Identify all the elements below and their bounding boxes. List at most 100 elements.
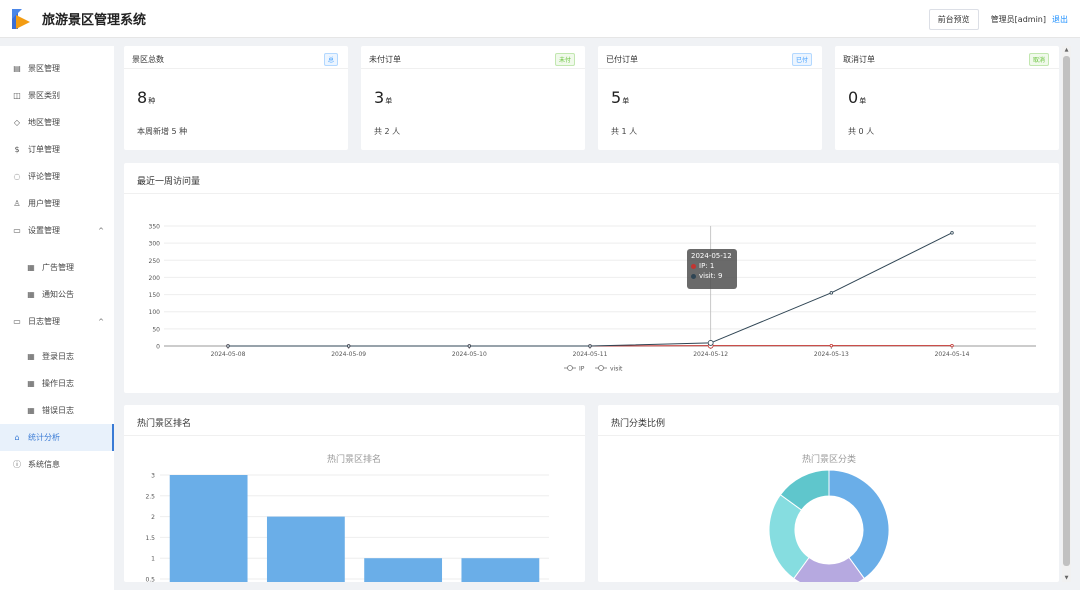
sidebar-item-settings[interactable]: ▭ 设置管理 ^ (0, 217, 114, 244)
y-tick-label: 2.5 (145, 493, 155, 500)
sidebar-item-region[interactable]: ◇ 地区管理 (0, 109, 114, 136)
tooltip-date: 2024-05-12 (691, 252, 732, 260)
ranking-bar-chart: 热门景区排名 0.5 1 1.5 2 2.5 3 (145, 453, 549, 583)
legend-marker (567, 365, 573, 371)
stat-card-paid-orders: 已付订单 已付 5单 共 1 人 (598, 46, 822, 150)
data-point (467, 344, 472, 348)
y-tick-label: 50 (152, 326, 160, 333)
sidebar-item-operation-log[interactable]: ▦ 操作日志 (0, 370, 114, 397)
hot-scenic-ranking-panel: 热门景区排名 热门景区排名 0.5 1 1.5 2 2.5 3 (124, 405, 585, 582)
y-tick-label: 150 (149, 292, 161, 299)
y-tick-label: 250 (149, 258, 161, 265)
grid-icon: ▦ (27, 352, 35, 361)
donut-slice (828, 469, 890, 580)
chat-icon: ◌ (13, 172, 21, 181)
app-logo (12, 8, 32, 29)
pie-chart-title: 热门景区分类 (802, 453, 856, 465)
data-point (950, 231, 954, 235)
x-tick-label: 2024-05-14 (935, 351, 970, 358)
x-tick-label: 2024-05-13 (814, 351, 849, 358)
sidebar: ▤ 景区管理 ◫ 景区类别 ◇ 地区管理 $ 订单管理 ◌ 评论管理 ♙ 用户管理 ▭ 设置管… (0, 46, 114, 590)
sidebar-item-ads[interactable]: ▦ 广告管理 (0, 254, 114, 281)
y-tick-label: 0.5 (145, 577, 155, 583)
top-header: 旅游景区管理系统 前台预览 管理员[admin] 退出 (0, 0, 1080, 38)
stat-footnote: 本周新增 5 种 (137, 127, 188, 136)
grid-icon: ▦ (27, 379, 35, 388)
sidebar-item-system-info[interactable]: ⓘ 系统信息 (0, 451, 114, 478)
tag-icon: ◇ (13, 118, 21, 127)
sidebar-item-login-log[interactable]: ▦ 登录日志 (0, 343, 114, 370)
scroll-down-icon[interactable]: ▼ (1063, 574, 1070, 582)
hot-category-ratio-panel: 热门分类比例 热门景区分类 (598, 405, 1059, 582)
data-point (707, 340, 714, 346)
legend-label: IP (579, 366, 585, 373)
sidebar-item-scenic[interactable]: ▤ 景区管理 (0, 55, 114, 82)
stat-footnote: 共 1 人 (611, 127, 638, 136)
coin-icon: $ (14, 145, 20, 154)
stat-badge: 总 (323, 53, 338, 66)
x-tick-label: 2024-05-11 (573, 351, 608, 358)
sidebar-item-statistics[interactable]: ⌂ 统计分析 (0, 424, 114, 451)
bar (461, 558, 540, 582)
stat-badge: 未付 (554, 53, 575, 66)
bar (266, 516, 345, 582)
user-icon: ♙ (13, 199, 21, 208)
y-tick-label: 300 (149, 241, 161, 248)
stat-badge: 已付 (791, 53, 812, 66)
y-tick-label: 1 (151, 556, 155, 563)
app-title: 旅游景区管理系统 (42, 13, 147, 28)
bar (364, 558, 443, 582)
sidebar-item-notices[interactable]: ▦ 通知公告 (0, 281, 114, 308)
x-tick-label: 2024-05-08 (211, 351, 246, 358)
stat-title: 景区总数 (132, 55, 164, 64)
logout-link[interactable]: 退出 (1052, 14, 1068, 25)
stat-value: 3单 (374, 88, 393, 107)
stat-badge: 取消 (1028, 53, 1049, 66)
x-tick-label: 2024-05-12 (693, 351, 728, 358)
stat-value: 5单 (611, 88, 630, 107)
info-icon: ⓘ (13, 460, 21, 469)
stat-card-cancelled-orders: 取消订单 取消 0单 共 0 人 (835, 46, 1059, 150)
admin-label: 管理员[admin] (990, 14, 1046, 24)
stat-title: 已付订单 (606, 55, 638, 64)
weekly-visits-panel: 最近一周访问量 0 50 100 150 200 250 300 350 2024-05-08 2… (124, 163, 1059, 393)
sidebar-item-orders[interactable]: $ 订单管理 (0, 136, 114, 163)
scroll-up-icon[interactable]: ▲ (1063, 46, 1070, 54)
tooltip-ip: IP: 1 (699, 262, 715, 270)
data-point (226, 344, 230, 348)
x-tick-label: 2024-05-10 (452, 351, 487, 358)
scrollbar-thumb[interactable] (1063, 56, 1070, 566)
chevron-up-icon: ^ (98, 226, 104, 235)
stat-footnote: 共 0 人 (848, 127, 875, 136)
sidebar-item-users[interactable]: ♙ 用户管理 (0, 190, 114, 217)
folder-icon: ▭ (13, 317, 21, 326)
document-icon: ▤ (13, 64, 21, 73)
stat-card-scenic-total: 景区总数 总 8种 本周新增 5 种 (124, 46, 348, 150)
legend-label: visit (610, 366, 623, 373)
sidebar-item-error-log[interactable]: ▦ 错误日志 (0, 397, 114, 424)
y-tick-label: 0 (156, 344, 160, 351)
sidebar-item-category[interactable]: ◫ 景区类别 (0, 82, 114, 109)
chart-tooltip: 2024-05-12 IP: 1 visit: 9 (687, 249, 737, 289)
folder-icon: ▭ (13, 226, 21, 235)
y-tick-label: 100 (149, 309, 161, 316)
stat-value: 0单 (848, 88, 867, 107)
bar (169, 475, 248, 582)
grid-icon: ▦ (27, 290, 35, 299)
preview-button[interactable]: 前台预览 (928, 8, 979, 30)
y-tick-label: 3 (151, 473, 155, 480)
data-point (346, 344, 351, 348)
stat-card-unpaid-orders: 未付订单 未付 3单 共 2 人 (361, 46, 585, 150)
data-point (829, 343, 834, 348)
y-tick-label: 1.5 (145, 535, 155, 542)
tooltip-visit: visit: 9 (699, 272, 723, 280)
x-tick-label: 2024-05-09 (331, 351, 366, 358)
sidebar-item-logs[interactable]: ▭ 日志管理 ^ (0, 308, 114, 335)
page-scrollbar[interactable]: ▲ ▼ (1062, 46, 1071, 582)
y-tick-label: 350 (149, 224, 161, 231)
legend-marker (598, 365, 604, 371)
category-donut-chart: 热门景区分类 (768, 453, 890, 582)
home-icon: ⌂ (14, 433, 20, 442)
y-tick-label: 200 (149, 275, 161, 282)
sidebar-item-comments[interactable]: ◌ 评论管理 (0, 163, 114, 190)
